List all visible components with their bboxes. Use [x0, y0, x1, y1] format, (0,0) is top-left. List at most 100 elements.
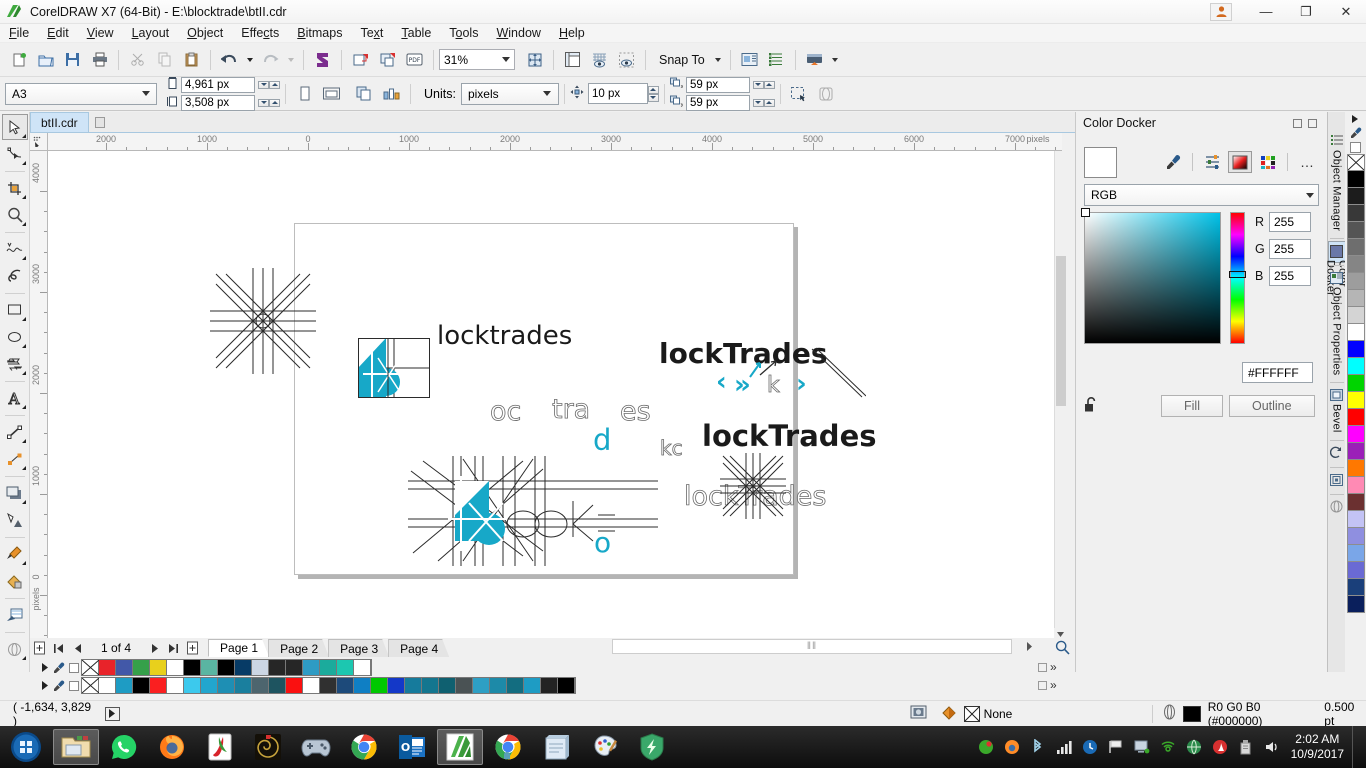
flyout-arrow-icon[interactable]	[21, 371, 26, 375]
taskbar-game-controller-icon[interactable]	[293, 729, 339, 765]
palette-swatch[interactable]	[150, 660, 167, 675]
logo-artwork-overlapped-group[interactable]	[403, 441, 663, 571]
menu-effects[interactable]: Effects	[232, 24, 288, 42]
small-arrow-cluster-icon[interactable]	[748, 355, 794, 395]
smart-fill-tool[interactable]	[2, 602, 28, 628]
page-width-spin-down[interactable]	[258, 80, 269, 89]
globe-icon[interactable]	[1184, 737, 1204, 757]
docker-tab-transparency[interactable]	[1328, 497, 1346, 519]
corel-connect-icon[interactable]	[309, 47, 336, 73]
hue-slider-handle[interactable]	[1229, 271, 1246, 278]
menu-tools[interactable]: Tools	[440, 24, 487, 42]
palette-swatch[interactable]	[269, 678, 286, 693]
page-height-spin-down[interactable]	[258, 98, 269, 107]
usb-device-icon[interactable]	[1236, 737, 1256, 757]
page-tab-1[interactable]: Page 1	[208, 639, 269, 657]
next-page-icon[interactable]	[145, 639, 164, 657]
minimize-button[interactable]: —	[1246, 0, 1286, 24]
palette-swatch[interactable]	[201, 678, 218, 693]
print-icon[interactable]	[86, 47, 113, 73]
taskbar-file-explorer-icon[interactable]	[53, 729, 99, 765]
palette-swatch[interactable]	[1346, 494, 1365, 511]
menu-view[interactable]: View	[78, 24, 123, 42]
sv-marker-handle[interactable]	[1081, 208, 1090, 217]
palette-nofill-icon[interactable]	[1345, 140, 1366, 154]
text-tool[interactable]: A	[2, 385, 28, 411]
flyout-arrow-icon[interactable]	[21, 561, 26, 565]
hscroll-right-button[interactable]	[1020, 638, 1038, 655]
chevron-right-cyan[interactable]: ›	[796, 369, 807, 399]
palette-swatch[interactable]	[1346, 562, 1365, 579]
palette-swatch[interactable]	[218, 660, 235, 675]
new-document-icon[interactable]	[5, 47, 32, 73]
nudge-offset-field[interactable]: 10 px	[587, 83, 648, 104]
flyout-arrow-icon[interactable]	[21, 222, 26, 226]
bluetooth-icon[interactable]	[1028, 737, 1048, 757]
palette-swatch[interactable]	[99, 678, 116, 693]
document-tab-btII[interactable]: btII.cdr	[30, 112, 89, 132]
palette-arrow-icon[interactable]	[38, 660, 51, 675]
apply-to-current-page-icon[interactable]	[378, 81, 405, 107]
horizontal-ruler[interactable]: 2000 1000 0 1000 2000 3000 4000 5000 6000 7000 pix…	[48, 133, 1062, 151]
page-height-field[interactable]: 3,508 px	[181, 94, 255, 111]
flyout-arrow-icon[interactable]	[21, 134, 26, 138]
save-disk-icon[interactable]	[59, 47, 86, 73]
page-tab-3[interactable]: Page 3	[328, 639, 389, 657]
docker-tab-bevel[interactable]: Bevel	[1328, 385, 1346, 438]
palette-swatch[interactable]	[218, 678, 235, 693]
zoom-level-combo[interactable]: 31%	[439, 49, 515, 70]
palette-swatch[interactable]	[354, 678, 371, 693]
palette-swatch[interactable]	[150, 678, 167, 693]
zoom-to-fit-icon[interactable]	[1052, 638, 1072, 656]
flyout-arrow-icon[interactable]	[21, 344, 26, 348]
palette-swatch[interactable]	[1346, 273, 1365, 290]
palette-swatch[interactable]	[371, 678, 388, 693]
export-icon[interactable]	[374, 47, 401, 73]
menu-file[interactable]: File	[0, 24, 38, 42]
outline-button[interactable]: Outline	[1228, 395, 1315, 417]
docker-tab-transform[interactable]	[1328, 443, 1346, 465]
canvas-scroll-thumb[interactable]	[1056, 256, 1066, 406]
last-page-icon[interactable]	[164, 639, 183, 657]
taskbar-chrome-secondary-icon[interactable]	[485, 729, 531, 765]
color-palettes-icon[interactable]	[1256, 151, 1280, 173]
palette-eyedropper-icon[interactable]	[51, 678, 66, 693]
polygon-shapes-tool[interactable]	[2, 351, 28, 377]
diagonal-line-stroke[interactable]	[810, 347, 866, 401]
page-width-spin-up[interactable]	[269, 80, 280, 89]
palette-swatch[interactable]	[1346, 426, 1365, 443]
palette-expand-arrow-icon[interactable]	[1345, 112, 1366, 126]
palette-swatch[interactable]	[1346, 188, 1365, 205]
palette-swatch[interactable]	[133, 660, 150, 675]
flyout-arrow-icon[interactable]	[21, 161, 26, 165]
color-model-combo[interactable]: RGB	[1084, 184, 1319, 206]
logo-text-tra-outline[interactable]: tra	[552, 394, 591, 426]
eyedropper-icon[interactable]	[1161, 151, 1185, 173]
object-manager-icon[interactable]	[763, 47, 790, 73]
palette-swatch[interactable]	[1346, 409, 1365, 426]
full-screen-preview-icon[interactable]	[521, 47, 548, 73]
menu-edit[interactable]: Edit	[38, 24, 78, 42]
palette-swatch[interactable]	[558, 678, 575, 693]
outline-color-swatch[interactable]	[1183, 705, 1201, 722]
hue-slider[interactable]	[1229, 212, 1246, 344]
outline-pen-status-icon[interactable]	[1163, 704, 1176, 723]
color-eyedropper-tool[interactable]	[2, 541, 28, 567]
smart-drawing-tool[interactable]	[2, 263, 28, 289]
flyout-arrow-icon[interactable]	[21, 256, 26, 260]
page-tab-4[interactable]: Page 4	[388, 639, 449, 657]
publish-to-pdf-icon[interactable]: PDF	[401, 47, 428, 73]
palette-eyedropper-icon[interactable]	[51, 660, 66, 675]
taskbar-spiral-media-icon[interactable]	[245, 729, 291, 765]
clock-blue-icon[interactable]	[1080, 737, 1100, 757]
app-launcher-chevron-down-icon[interactable]	[828, 47, 842, 73]
palette-swatch[interactable]	[541, 678, 558, 693]
ruler-origin-icon[interactable]	[30, 133, 48, 151]
palette-swatch[interactable]	[286, 678, 303, 693]
unlocked-padlock-icon[interactable]	[1084, 396, 1099, 416]
show-grid-icon[interactable]	[586, 47, 613, 73]
taskbar-security-shield-icon[interactable]	[629, 729, 675, 765]
snap-to-label[interactable]: Snap To	[651, 53, 711, 67]
user-account-icon[interactable]	[1210, 2, 1232, 21]
page-size-chevron-down-icon[interactable]	[138, 91, 153, 96]
